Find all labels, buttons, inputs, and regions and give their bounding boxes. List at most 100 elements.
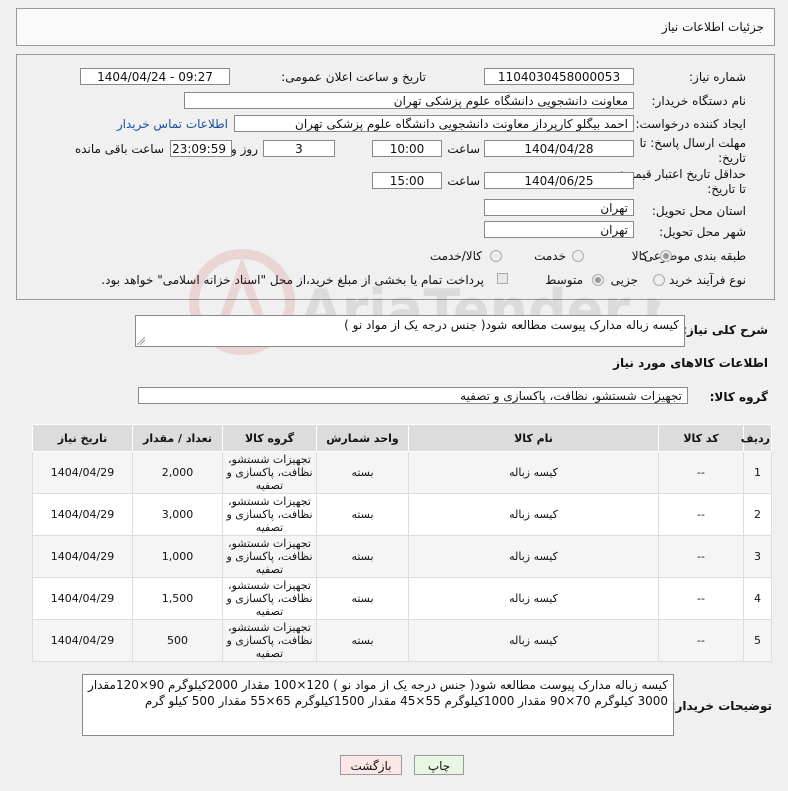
item-unit: بسته (316, 451, 409, 494)
item-group: تجهیزات شستشو، نظافت، پاکسازی و تصفیه (222, 451, 317, 494)
item-need-date: 1404/04/29 (32, 619, 133, 662)
item-quantity: 3,000 (132, 493, 223, 536)
row-number: 1 (743, 451, 772, 494)
back-button[interactable]: بازگشت (340, 755, 402, 775)
row-number: 3 (743, 535, 772, 578)
item-code: -- (658, 619, 744, 662)
table-row: 3 -- کیسه زباله بسته تجهیزات شستشو، نظاف… (32, 535, 772, 578)
buyer-notes-label: توضیحات خریدار: (670, 699, 772, 713)
col-unit: واحد شمارش (316, 424, 409, 452)
remaining-time-field: 23:09:59 (170, 140, 232, 157)
item-unit: بسته (316, 535, 409, 578)
item-need-date: 1404/04/29 (32, 451, 133, 494)
item-group: تجهیزات شستشو، نظافت، پاکسازی و تصفیه (222, 535, 317, 578)
announce-field: 1404/04/24 - 09:27 (80, 68, 230, 85)
process-label: نوع فرآیند خرید : (661, 273, 746, 287)
item-code: -- (658, 577, 744, 620)
item-need-date: 1404/04/29 (32, 493, 133, 536)
province-label: استان محل تحویل: (651, 204, 746, 218)
category-radio-goods-service[interactable] (490, 250, 502, 262)
item-name: کیسه زباله (408, 619, 659, 662)
item-need-date: 1404/04/29 (32, 535, 133, 578)
buyer-contact-link[interactable]: اطلاعات تماس خریدار (117, 117, 228, 131)
deadline-time-field: 10:00 (372, 140, 442, 157)
item-code: -- (658, 535, 744, 578)
price-validity-date-field: 1404/06/25 (484, 172, 634, 189)
table-row: 1 -- کیسه زباله بسته تجهیزات شستشو، نظاف… (32, 451, 772, 494)
item-code: -- (658, 451, 744, 494)
category-radio-goods[interactable] (660, 250, 672, 262)
table-header-row: ردیف کد کالا نام کالا واحد شمارش گروه کا… (32, 424, 772, 452)
creator-label: ایجاد کننده درخواست: (635, 117, 746, 131)
item-group: تجهیزات شستشو، نظافت، پاکسازی و تصفیه (222, 493, 317, 536)
col-item-group: گروه کالا (222, 424, 317, 452)
item-quantity: 500 (132, 619, 223, 662)
col-quantity: تعداد / مقدار (132, 424, 223, 452)
announce-label: تاریخ و ساعت اعلان عمومی: (281, 70, 426, 84)
item-name: کیسه زباله (408, 535, 659, 578)
price-validity-label-line1: حداقل تاریخ اعتبار قیمت: (619, 167, 746, 181)
page-title: جزئیات اطلاعات نیاز (661, 20, 764, 34)
col-item-code: کد کالا (658, 424, 744, 452)
item-quantity: 1,500 (132, 577, 223, 620)
remaining-label: ساعت باقی مانده (74, 142, 164, 156)
item-quantity: 1,000 (132, 535, 223, 578)
province-field: تهران (484, 199, 634, 216)
buyer-org-label: نام دستگاه خریدار: (651, 94, 747, 108)
item-group: تجهیزات شستشو، نظافت، پاکسازی و تصفیه (222, 577, 317, 620)
price-validity-time-field: 15:00 (372, 172, 442, 189)
deadline-label-line2: تاریخ: (718, 151, 746, 165)
goods-group-field: تجهیزات شستشو، نظافت، پاکسازی و تصفیه (138, 387, 688, 404)
goods-table: ردیف کد کالا نام کالا واحد شمارش گروه کا… (32, 424, 772, 662)
table-row: 2 -- کیسه زباله بسته تجهیزات شستشو، نظاف… (32, 493, 772, 536)
deadline-date-field: 1404/04/28 (484, 140, 634, 157)
goods-group-label: گروه کالا: (709, 390, 768, 404)
item-need-date: 1404/04/29 (32, 577, 133, 620)
description-label: شرح کلی نیاز: (682, 323, 768, 337)
category-option-service: خدمت (534, 249, 566, 263)
item-unit: بسته (316, 577, 409, 620)
buyer-notes-field: کیسه زباله مدارک پیوست مطالعه شود( جنس د… (82, 674, 674, 736)
item-name: کیسه زباله (408, 577, 659, 620)
treasury-payment-checkbox[interactable] (497, 273, 508, 284)
row-number: 4 (743, 577, 772, 620)
item-group: تجهیزات شستشو، نظافت، پاکسازی و تصفیه (222, 619, 317, 662)
item-name: کیسه زباله (408, 493, 659, 536)
table-row: 4 -- کیسه زباله بسته تجهیزات شستشو، نظاف… (32, 577, 772, 620)
days-field: 3 (263, 140, 335, 157)
creator-field: احمد بیگلو کارپرداز معاونت دانشجویی دانش… (234, 115, 634, 132)
description-field: کیسه زباله مدارک پیوست مطالعه شود( جنس د… (135, 315, 685, 347)
row-number: 5 (743, 619, 772, 662)
print-button[interactable]: چاپ (414, 755, 464, 775)
col-need-date: تاریخ نیاز (32, 424, 133, 452)
resize-grip-icon[interactable] (137, 337, 145, 345)
item-quantity: 2,000 (132, 451, 223, 494)
process-radio-medium[interactable] (592, 274, 604, 286)
process-option-small: جزیی (610, 273, 638, 287)
category-radio-service[interactable] (572, 250, 584, 262)
city-field: تهران (484, 221, 634, 238)
goods-section-title: اطلاعات کالاهای مورد نیاز (613, 356, 768, 370)
header-panel: جزئیات اطلاعات نیاز (16, 8, 775, 46)
category-option-goods: کالا (631, 249, 648, 263)
deadline-label-line1: مهلت ارسال پاسخ: تا (639, 136, 746, 150)
item-name: کیسه زباله (408, 451, 659, 494)
payment-note: پرداخت تمام یا بخشی از مبلغ خرید،از محل … (101, 273, 484, 287)
need-number-field: 1104030458000053 (484, 68, 634, 85)
days-label: روز و (231, 142, 258, 156)
table-row: 5 -- کیسه زباله بسته تجهیزات شستشو، نظاف… (32, 619, 772, 662)
category-label: طبقه بندی موضوعی: (639, 249, 746, 263)
category-option-goods-service: کالا/خدمت (429, 249, 482, 263)
process-radio-small[interactable] (653, 274, 665, 286)
price-validity-time-label: ساعت (447, 174, 480, 188)
col-row-number: ردیف (741, 424, 772, 452)
price-validity-label-line2: تا تاریخ: (707, 182, 746, 196)
item-unit: بسته (316, 493, 409, 536)
item-unit: بسته (316, 619, 409, 662)
process-option-medium: متوسط (545, 273, 583, 287)
deadline-time-label: ساعت (447, 142, 480, 156)
col-item-name: نام کالا (408, 424, 659, 452)
row-number: 2 (743, 493, 772, 536)
buyer-org-field: معاونت دانشجویی دانشگاه علوم پزشکی تهران (184, 92, 634, 109)
need-number-label: شماره نیاز: (689, 70, 746, 84)
